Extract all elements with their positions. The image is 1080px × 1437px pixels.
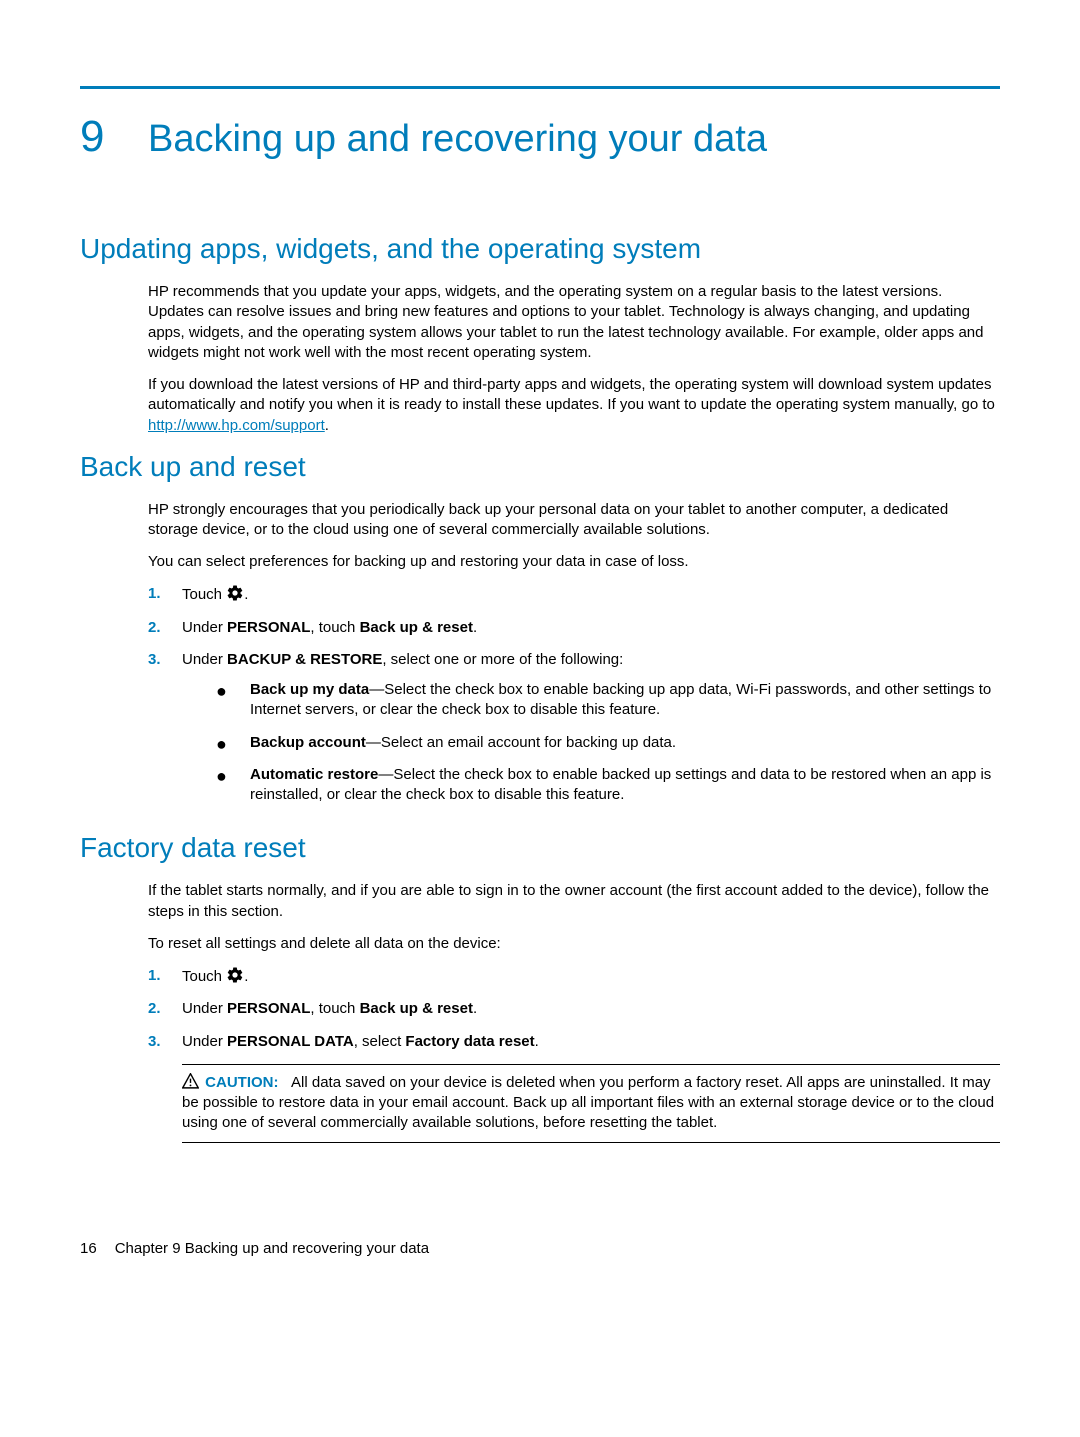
step1-prefix: Touch (182, 586, 226, 603)
section3-para2: To reset all settings and delete all dat… (148, 934, 1000, 954)
settings-icon (226, 584, 244, 602)
caution-box: CAUTION: All data saved on your device i… (182, 1064, 1000, 1143)
section-heading-backup-reset: Back up and reset (80, 448, 1000, 486)
settings-icon (226, 966, 244, 984)
chapter-title: Backing up and recovering your data (148, 114, 767, 165)
list-item: 1. Touch . (148, 966, 1000, 987)
step-text: Touch . (182, 966, 1000, 987)
t: Back up my data (250, 681, 369, 698)
t: , select one or more of the following: (382, 651, 623, 668)
step-number: 2. (148, 618, 182, 638)
bullet-text: Backup account—Select an email account f… (250, 733, 1000, 753)
bullet-text: Back up my data—Select the check box to … (250, 680, 1000, 721)
t: Under (182, 619, 227, 636)
section1-para1: HP recommends that you update your apps,… (148, 282, 1000, 363)
section1-para2-suffix: . (325, 417, 329, 434)
section2-para1: HP strongly encourages that you periodic… (148, 500, 1000, 541)
section3-steps: 1. Touch . 2. Under PERSONAL, touch Back… (148, 966, 1000, 1052)
section-heading-updating: Updating apps, widgets, and the operatin… (80, 230, 1000, 268)
step-number: 3. (148, 1032, 182, 1052)
chapter-heading: 9 Backing up and recovering your data (80, 107, 1000, 166)
section2-bullets: ● Back up my data—Select the check box t… (182, 680, 1000, 805)
t: Under (182, 651, 227, 668)
list-item: 2. Under PERSONAL, touch Back up & reset… (148, 999, 1000, 1019)
step-number: 3. (148, 650, 182, 670)
t: . (473, 1000, 477, 1017)
t: Back up & reset (360, 619, 473, 636)
t: , touch (310, 1000, 359, 1017)
step1-suffix: . (244, 968, 248, 985)
section2-body: HP strongly encourages that you periodic… (80, 500, 1000, 818)
caution-label: CAUTION: (205, 1074, 278, 1091)
section3-para1: If the tablet starts normally, and if yo… (148, 881, 1000, 922)
step-text: Under BACKUP & RESTORE, select one or mo… (182, 650, 1000, 818)
bullet-icon: ● (216, 733, 250, 753)
step-text: Under PERSONAL DATA, select Factory data… (182, 1032, 1000, 1052)
t: Back up & reset (360, 1000, 473, 1017)
bullet-text: Automatic restore—Select the check box t… (250, 765, 1000, 806)
t: Under (182, 1000, 227, 1017)
section-heading-factory-reset: Factory data reset (80, 829, 1000, 867)
section1-para2: If you download the latest versions of H… (148, 375, 1000, 436)
t: Backup account (250, 734, 366, 751)
t: PERSONAL (227, 619, 310, 636)
page-number: 16 (80, 1239, 97, 1259)
step-number: 1. (148, 966, 182, 986)
warning-icon (182, 1073, 199, 1088)
footer-text: Chapter 9 Backing up and recovering your… (115, 1240, 429, 1257)
bullet-icon: ● (216, 680, 250, 700)
chapter-number: 9 (80, 107, 148, 166)
bullet-icon: ● (216, 765, 250, 785)
step-text: Under PERSONAL, touch Back up & reset. (182, 618, 1000, 638)
section1-body: HP recommends that you update your apps,… (80, 282, 1000, 436)
list-item: ● Automatic restore—Select the check box… (216, 765, 1000, 806)
t: Under (182, 1033, 227, 1050)
list-item: 2. Under PERSONAL, touch Back up & reset… (148, 618, 1000, 638)
t: PERSONAL (227, 1000, 310, 1017)
step-text: Touch . (182, 584, 1000, 605)
t: . (473, 619, 477, 636)
t: , touch (310, 619, 359, 636)
support-link[interactable]: http://www.hp.com/support (148, 417, 325, 434)
section3-body: If the tablet starts normally, and if yo… (80, 881, 1000, 1142)
t: , select (354, 1033, 406, 1050)
top-rule (80, 86, 1000, 89)
step-text: Under PERSONAL, touch Back up & reset. (182, 999, 1000, 1019)
t: —Select an email account for backing up … (366, 734, 676, 751)
caution-text: All data saved on your device is deleted… (182, 1074, 994, 1132)
page-footer: 16 Chapter 9 Backing up and recovering yo… (80, 1239, 1000, 1259)
t: Automatic restore (250, 766, 378, 783)
t: BACKUP & RESTORE (227, 651, 382, 668)
list-item: 1. Touch . (148, 584, 1000, 605)
section2-steps: 1. Touch . 2. Under PERSONAL, touch Back… (148, 584, 1000, 817)
step-number: 1. (148, 584, 182, 604)
step-number: 2. (148, 999, 182, 1019)
t: PERSONAL DATA (227, 1033, 354, 1050)
t: Factory data reset (405, 1033, 534, 1050)
section2-para2: You can select preferences for backing u… (148, 552, 1000, 572)
t: . (535, 1033, 539, 1050)
section1-para2-prefix: If you download the latest versions of H… (148, 376, 995, 413)
list-item: 3. Under PERSONAL DATA, select Factory d… (148, 1032, 1000, 1052)
step1-prefix: Touch (182, 968, 226, 985)
list-item: ● Backup account—Select an email account… (216, 733, 1000, 753)
list-item: ● Back up my data—Select the check box t… (216, 680, 1000, 721)
list-item: 3. Under BACKUP & RESTORE, select one or… (148, 650, 1000, 818)
step1-suffix: . (244, 586, 248, 603)
